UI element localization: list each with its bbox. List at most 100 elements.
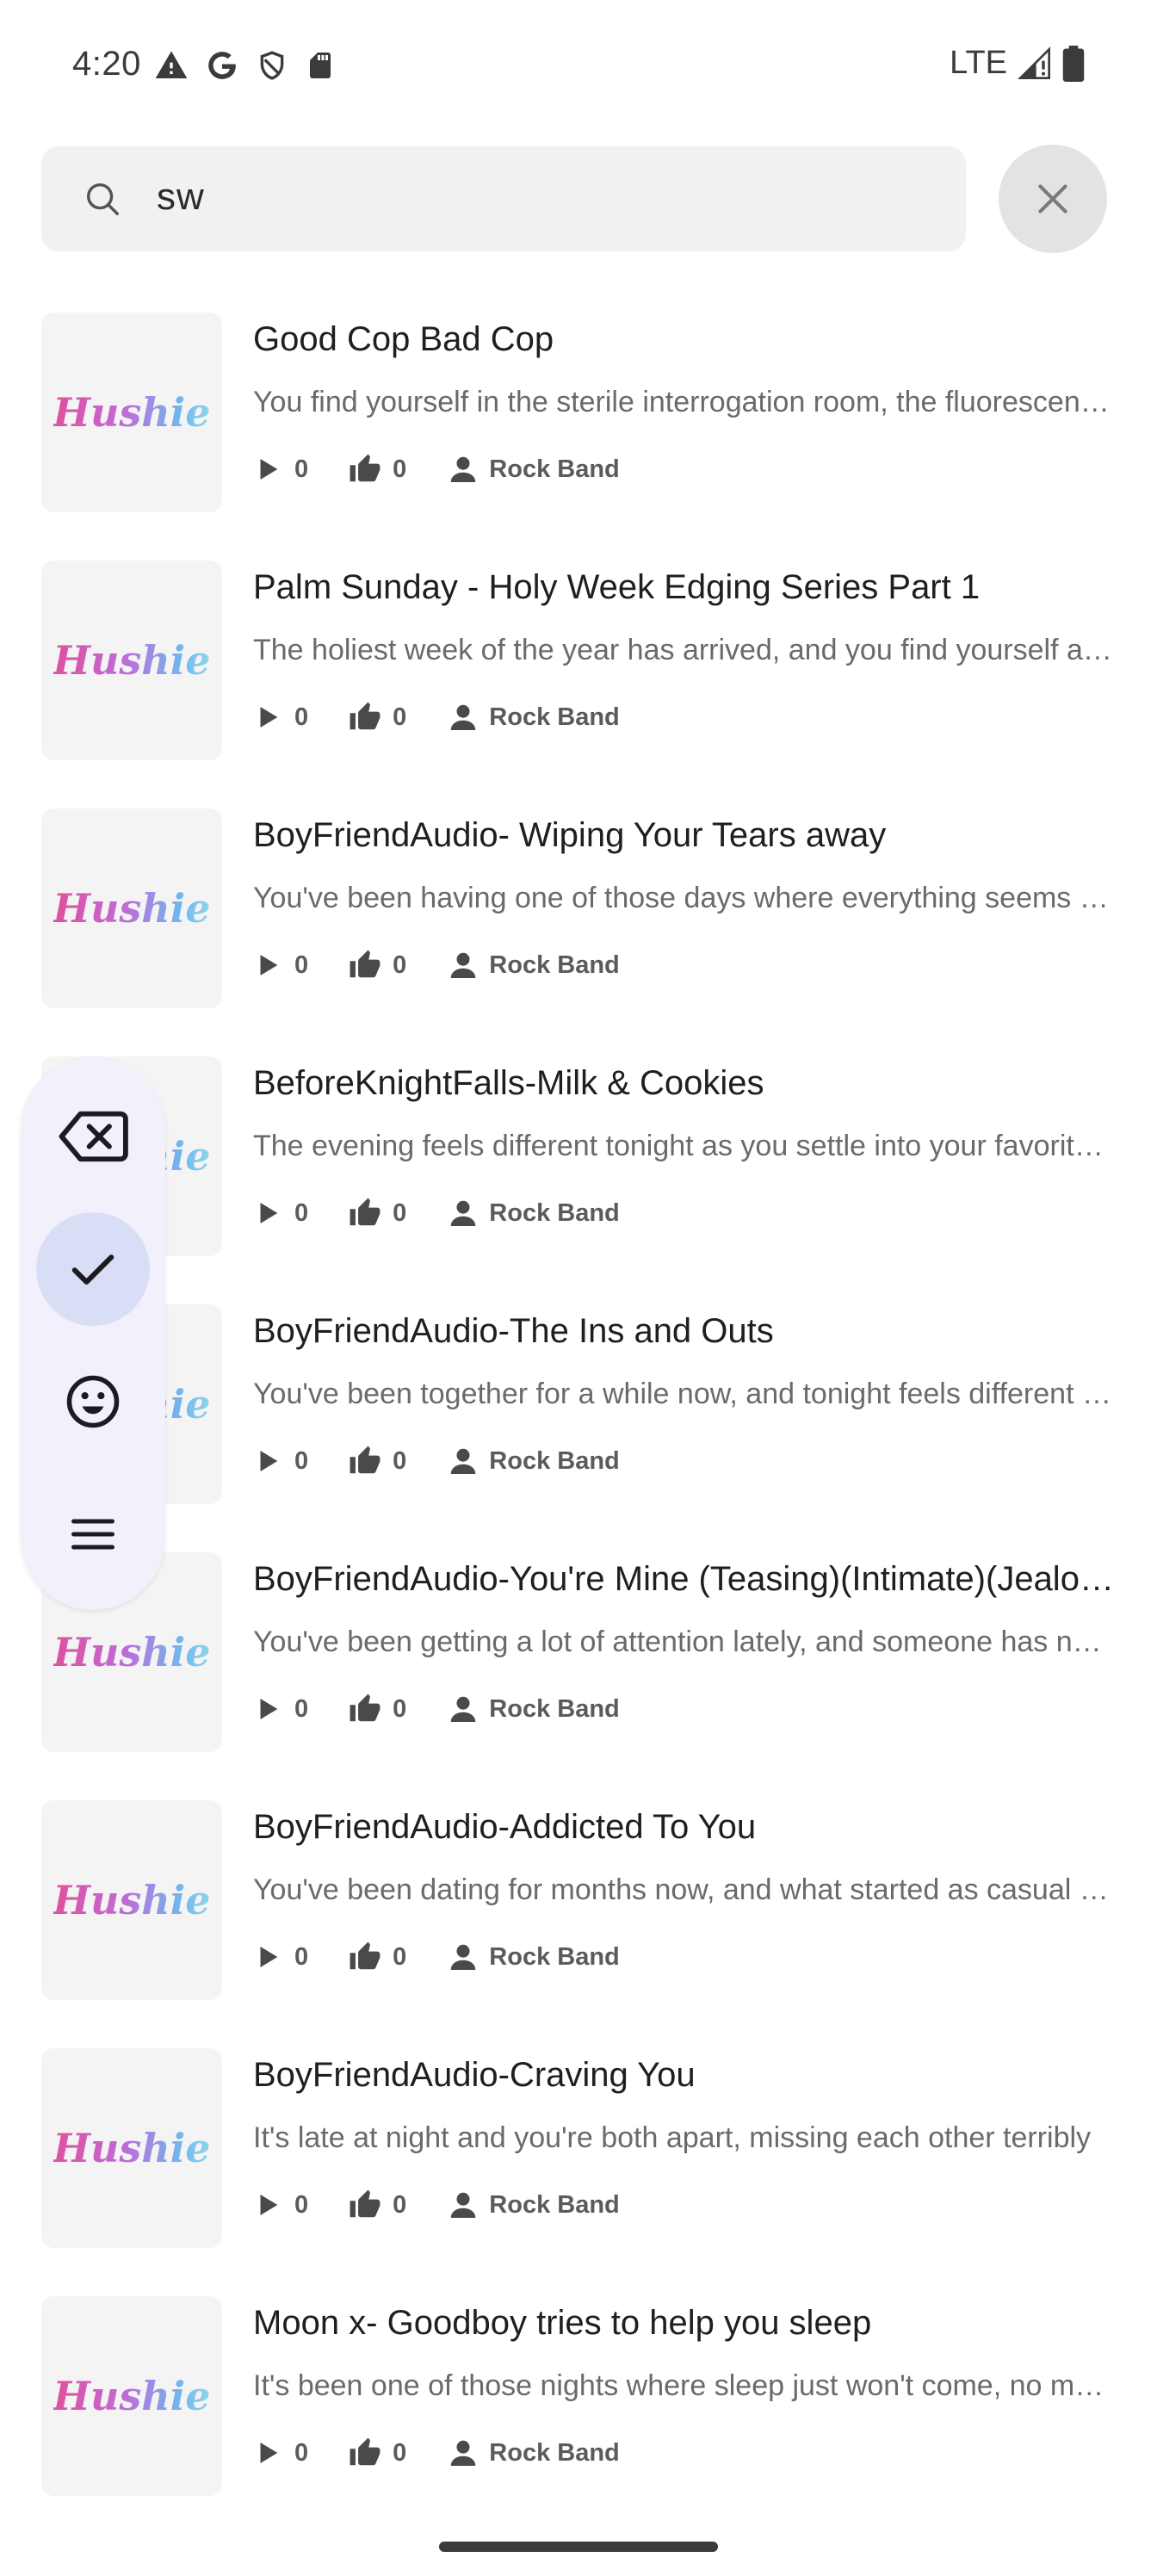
list-item[interactable]: Hushie BeforeKnightFalls-Milk & Cookies … [0, 1056, 1157, 1303]
hushie-logo: Hushie [53, 885, 211, 932]
author-stat: Rock Band [448, 702, 620, 733]
author-name: Rock Band [489, 1198, 620, 1227]
play-count: 0 [294, 703, 309, 731]
plays-stat: 0 [253, 1941, 308, 1972]
list-item[interactable]: Hushie BoyFriendAudio-Addicted To You Yo… [0, 1799, 1157, 2047]
author-name: Rock Band [489, 2190, 620, 2219]
list-item[interactable]: Hushie Good Cop Bad Cop You find yoursel… [0, 312, 1157, 560]
list-item[interactable]: Hushie BoyFriendAudio-Craving You It's l… [0, 2047, 1157, 2295]
item-title: BoyFriendAudio-The Ins and Outs [253, 1312, 774, 1350]
signal-icon [1018, 46, 1050, 79]
plays-stat: 0 [253, 2189, 308, 2220]
item-stats: 0 0 Rock Band [253, 2189, 620, 2221]
thumbs-up-icon [350, 1446, 381, 1474]
confirm-button[interactable] [36, 1212, 150, 1326]
shield-icon [260, 51, 284, 80]
play-count: 0 [294, 2438, 309, 2467]
author-stat: Rock Band [448, 2189, 620, 2220]
item-stats: 0 0 Rock Band [253, 1197, 620, 1229]
person-icon [451, 456, 476, 482]
item-stats: 0 0 Rock Band [253, 701, 620, 734]
person-icon [451, 2192, 476, 2218]
play-count: 0 [294, 1446, 309, 1475]
play-icon [260, 1698, 278, 1720]
item-stats: 0 0 Rock Band [253, 1445, 620, 1477]
like-count: 0 [393, 1198, 407, 1227]
backspace-button[interactable] [36, 1080, 150, 1193]
check-icon [71, 1254, 114, 1285]
author-stat: Rock Band [448, 2437, 620, 2468]
plays-stat: 0 [253, 1446, 308, 1477]
emoji-icon [66, 1375, 120, 1428]
like-count: 0 [393, 1942, 407, 1971]
hushie-logo: Hushie [53, 2373, 211, 2419]
play-count: 0 [294, 455, 309, 483]
clear-search-button[interactable] [999, 145, 1107, 253]
likes-stat: 0 [348, 701, 406, 734]
list-item[interactable]: Hushie Moon x- Goodboy tries to help you… [0, 2295, 1157, 2543]
search-bar[interactable]: sw [41, 146, 966, 251]
item-title: BeforeKnightFalls-Milk & Cookies [253, 1064, 764, 1102]
thumbnail: Hushie [41, 313, 222, 512]
item-stats: 0 0 Rock Band [253, 1693, 620, 1725]
menu-button[interactable] [36, 1477, 150, 1591]
author-name: Rock Band [489, 1446, 620, 1475]
likes-stat: 0 [348, 2189, 406, 2221]
search-input[interactable]: sw [157, 176, 205, 219]
author-stat: Rock Band [448, 1694, 620, 1725]
status-time: 4:20 [72, 45, 141, 83]
item-description: You've been getting a lot of attention l… [253, 1625, 1114, 1658]
search-icon [86, 183, 119, 215]
like-count: 0 [393, 2190, 407, 2219]
likes-stat: 0 [348, 2437, 406, 2469]
author-stat: Rock Band [448, 1941, 620, 1972]
play-count: 0 [294, 2190, 309, 2219]
thumbnail: Hushie [41, 560, 222, 760]
thumbs-up-icon [350, 1941, 381, 1970]
thumbs-up-icon [350, 2437, 381, 2466]
person-icon [451, 952, 476, 978]
item-title: Good Cop Bad Cop [253, 320, 554, 358]
person-icon [451, 1696, 476, 1722]
play-icon [260, 2442, 278, 2464]
hushie-logo: Hushie [53, 2125, 211, 2171]
like-count: 0 [393, 455, 407, 483]
item-title: BoyFriendAudio-Craving You [253, 2056, 696, 2094]
person-icon [451, 1200, 476, 1226]
author-name: Rock Band [489, 1942, 620, 1971]
play-count: 0 [294, 1942, 309, 1971]
play-icon [260, 706, 278, 728]
list-item[interactable]: Hushie BoyFriendAudio- Wiping Your Tears… [0, 808, 1157, 1056]
play-icon [260, 458, 278, 480]
list-item[interactable]: Hushie Palm Sunday - Holy Week Edging Se… [0, 560, 1157, 808]
emoji-button[interactable] [36, 1345, 150, 1458]
item-title: BoyFriendAudio-You're Mine (Teasing)(Int… [253, 1560, 1114, 1598]
likes-stat: 0 [348, 1941, 406, 1973]
status-bar: 4:20 LTE [0, 0, 1157, 138]
home-indicator[interactable] [439, 2542, 718, 2552]
list-item[interactable]: Hushie BoyFriendAudio-You're Mine (Teasi… [0, 1551, 1157, 1799]
plays-stat: 0 [253, 2437, 308, 2468]
author-name: Rock Band [489, 951, 620, 979]
status-icons-left [153, 48, 336, 83]
plays-stat: 0 [253, 1198, 308, 1229]
item-description: You've been dating for months now, and w… [253, 1873, 1114, 1906]
likes-stat: 0 [348, 949, 406, 981]
warning-icon [155, 51, 188, 78]
play-icon [260, 1450, 278, 1472]
likes-stat: 0 [348, 1445, 406, 1477]
person-icon [451, 1448, 476, 1474]
results-list: Hushie Good Cop Bad Cop You find yoursel… [0, 312, 1157, 2543]
like-count: 0 [393, 1694, 407, 1723]
item-stats: 0 0 Rock Band [253, 949, 620, 981]
list-item[interactable]: Hushie BoyFriendAudio-The Ins and Outs Y… [0, 1303, 1157, 1551]
hushie-logo: Hushie [53, 1877, 211, 1923]
item-description: You've been together for a while now, an… [253, 1378, 1114, 1410]
likes-stat: 0 [348, 1693, 406, 1725]
thumbnail: Hushie [41, 2048, 222, 2248]
plays-stat: 0 [253, 950, 308, 981]
thumbs-up-icon [350, 1198, 381, 1226]
play-count: 0 [294, 1198, 309, 1227]
like-count: 0 [393, 2438, 407, 2467]
item-title: Moon x- Goodboy tries to help you sleep [253, 2304, 872, 2342]
